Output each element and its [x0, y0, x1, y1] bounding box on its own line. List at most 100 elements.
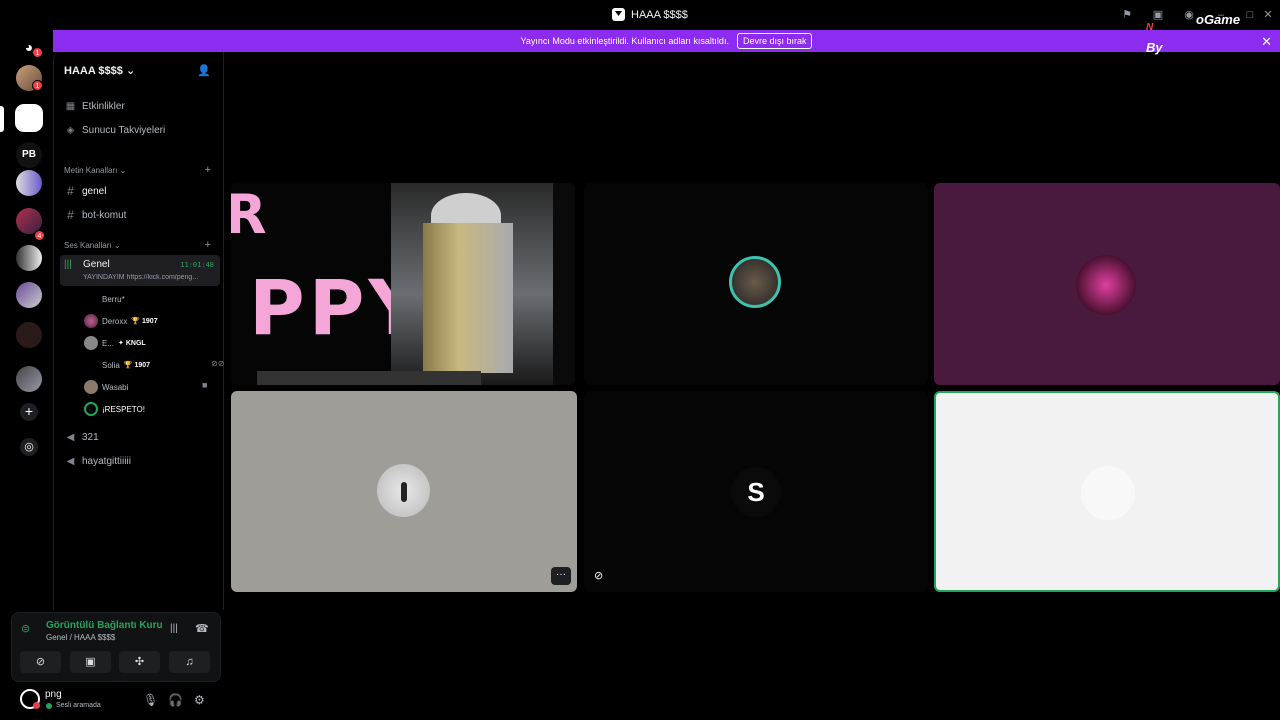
watermark-n: N: [1146, 22, 1154, 33]
selected-server-pill: [0, 106, 4, 132]
user-tag: 🏆 1907: [123, 362, 151, 369]
chevron-down-icon: ⌄: [125, 65, 136, 77]
window-title: HAAA $$$$: [612, 8, 688, 21]
avatar: [1081, 466, 1135, 520]
activities-button[interactable]: ✣: [119, 651, 160, 673]
camera-off-icon: ⊘: [35, 656, 46, 668]
speaker-icon: ◀: [66, 432, 75, 443]
user-name: png: [45, 689, 62, 700]
avatar: [84, 358, 98, 372]
voice-user[interactable]: ¡RESPETO!: [84, 402, 145, 416]
user-name: ¡RESPETO!: [102, 404, 145, 414]
avatar: [84, 336, 98, 350]
channel-label: hayatgittiiiii: [82, 456, 131, 467]
screen-share-icon: ▣: [85, 656, 96, 668]
inbox-icon[interactable]: ⚑: [1121, 9, 1133, 21]
streamer-mode-banner: Yayıncı Modu etkinleştirildi. Kullanıcı …: [53, 22, 1280, 55]
avatar-s: S: [731, 467, 781, 517]
close-window-icon[interactable]: ✕: [1262, 9, 1274, 21]
stream-tile[interactable]: R PPY: [231, 183, 575, 385]
voice-channel-321[interactable]: ◀ 321: [65, 432, 99, 443]
add-text-channel-icon[interactable]: +: [205, 164, 211, 176]
discover-compass-icon[interactable]: ◎: [20, 438, 38, 456]
voice-channel-genel[interactable]: ||| Genel 11:01:48 YAYINDAYIM https://ki…: [60, 255, 220, 286]
settings-gear-icon[interactable]: ⚙: [194, 693, 205, 707]
muted-icon: ⊘⊘: [211, 359, 225, 368]
calendar-icon: ▦: [65, 101, 76, 112]
server-name-header[interactable]: HAAA $$$$ ⌄: [64, 64, 135, 77]
voice-category-header[interactable]: Ses Kanalları ⌄: [64, 241, 121, 250]
camera-toggle-button[interactable]: ⊘: [20, 651, 61, 673]
user-status: Sesli aramada: [56, 702, 101, 709]
server-folder-2-badge: 4: [34, 230, 45, 241]
figure-shape: [401, 482, 407, 502]
voice-user[interactable]: Deroxx 🏆 1907: [84, 314, 158, 328]
maximize-icon[interactable]: □: [1244, 9, 1256, 21]
microphone-icon[interactable]: 🎙: [143, 693, 158, 707]
voice-user[interactable]: E... ✦ KNGL: [84, 336, 146, 350]
text-category-header[interactable]: Metin Kanalları ⌄: [64, 166, 126, 175]
avatar: [377, 464, 430, 517]
server-pb-icon[interactable]: PB: [16, 142, 42, 168]
title-bar: HAAA $$$$ ⚑ ▣ ◉ – □ ✕ oGame: [0, 0, 1280, 30]
watermark-by: By: [1146, 40, 1163, 55]
server-name-text: HAAA $$$$: [64, 65, 123, 77]
category-label: Ses Kanalları: [64, 241, 112, 250]
boost-icon: ◈: [66, 125, 75, 136]
server-5-icon[interactable]: [16, 322, 42, 348]
participant-tile-speaking[interactable]: [934, 391, 1280, 592]
hashtag-icon: #: [67, 184, 74, 198]
sidebar-item-label: Etkinlikler: [82, 101, 125, 112]
headphones-icon[interactable]: 🎧: [168, 693, 183, 707]
close-banner-icon[interactable]: ✕: [1261, 34, 1272, 50]
server-folder-1[interactable]: [16, 170, 42, 196]
voice-location[interactable]: Genel / HAAA $$$$: [46, 633, 115, 642]
dm-badge: 1: [32, 80, 43, 91]
invite-people-icon[interactable]: 👤: [197, 64, 211, 77]
participant-tile[interactable]: [934, 183, 1280, 385]
help-icon[interactable]: ◉: [1183, 9, 1195, 21]
sidebar-item-events[interactable]: ▦ Etkinlikler: [65, 101, 125, 112]
add-voice-channel-icon[interactable]: +: [205, 239, 211, 251]
stream-sign-r: R: [231, 183, 267, 246]
in-call-dot: [46, 703, 52, 709]
server-folder-5[interactable]: [16, 366, 42, 392]
channel-label: 321: [82, 432, 99, 443]
user-name: Solia: [102, 360, 120, 370]
channel-genel[interactable]: # genel: [65, 184, 106, 198]
channel-bot-komut[interactable]: # bot-komut: [65, 208, 126, 222]
sidebar-item-boosts[interactable]: ◈ Sunucu Takviyeleri: [65, 125, 166, 136]
participant-tile[interactable]: ···: [231, 391, 577, 592]
soundboard-button[interactable]: ♫: [169, 651, 210, 673]
character-body: [423, 223, 513, 373]
tile-more-options-button[interactable]: ···: [551, 567, 571, 585]
voice-channel-hayat[interactable]: ◀ hayatgittiiiii: [65, 456, 131, 467]
participant-tile[interactable]: [584, 183, 928, 385]
noise-suppression-icon[interactable]: |||: [170, 623, 178, 634]
disconnect-icon[interactable]: ☎: [195, 622, 209, 635]
screen-share-icon[interactable]: ▣: [1152, 9, 1164, 21]
channel-sidebar: HAAA $$$$ ⌄ 👤 ▦ Etkinlikler ◈ Sunucu Tak…: [53, 52, 224, 610]
user-name: E...: [102, 338, 115, 348]
voice-user[interactable]: Wasabi ■: [84, 380, 207, 394]
voice-connection-panel: ⊜ Görüntülü Bağlantı Kuru Genel / HAAA $…: [11, 612, 221, 682]
participant-tile[interactable]: S ⊘: [584, 391, 928, 592]
voice-user[interactable]: Berru*: [84, 292, 125, 306]
category-label: Metin Kanalları: [64, 166, 118, 175]
camera-icon: ■: [202, 380, 208, 390]
screen-share-button[interactable]: ▣: [70, 651, 111, 673]
speaker-icon: ◀: [66, 456, 75, 467]
server-folder-4[interactable]: [16, 282, 42, 308]
voice-user[interactable]: Solia 🏆 1907 ⊘⊘: [84, 358, 224, 372]
add-server-icon[interactable]: +: [20, 403, 38, 421]
user-name: Deroxx: [102, 316, 128, 326]
soundboard-icon: ♫: [185, 656, 194, 668]
window-title-text: HAAA $$$$: [631, 8, 688, 21]
signal-icon[interactable]: ⊜: [21, 622, 30, 635]
channel-label: genel: [82, 185, 107, 197]
server-folder-3[interactable]: [16, 245, 42, 271]
hashtag-icon: #: [67, 208, 74, 222]
status-dot: [33, 702, 40, 709]
disable-streamer-mode-button[interactable]: Devre dışı bırak: [736, 33, 813, 49]
server-haaa-icon[interactable]: [15, 104, 43, 132]
